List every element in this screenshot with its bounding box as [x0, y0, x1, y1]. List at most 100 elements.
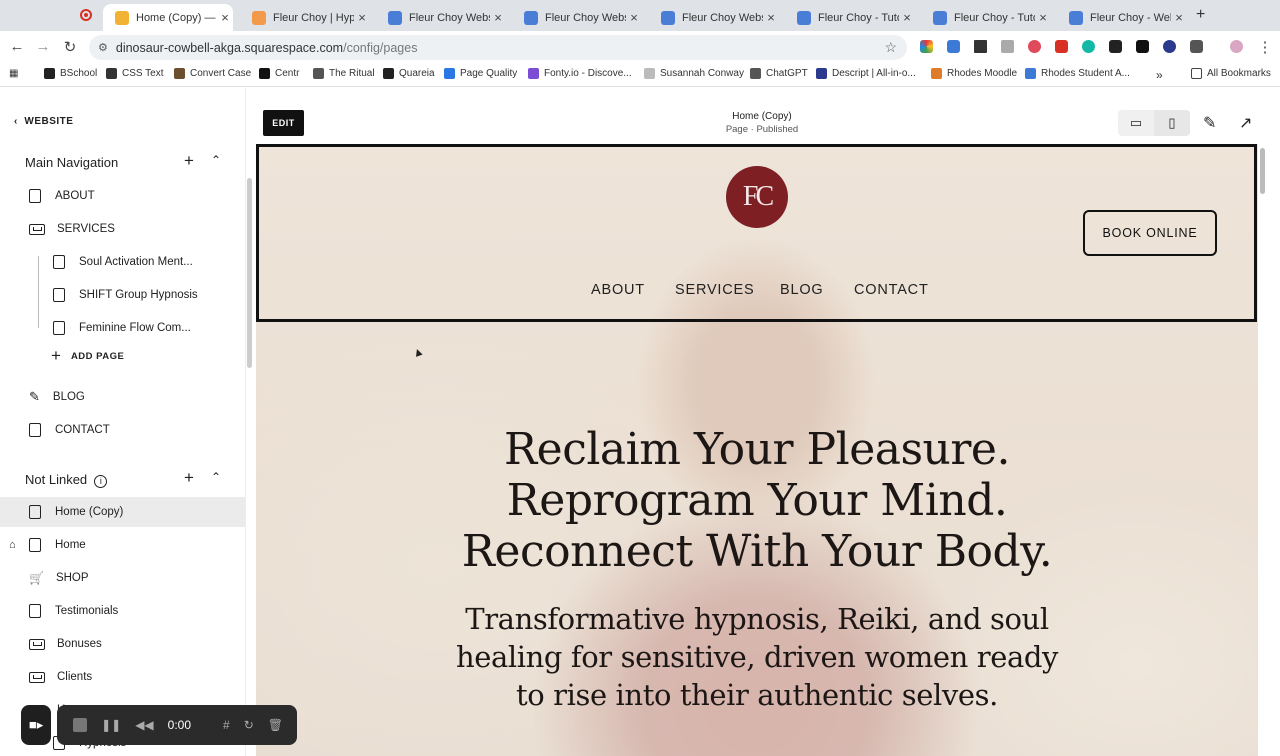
apps-grid-icon[interactable]: ▦: [9, 68, 18, 79]
pocket-extension-icon[interactable]: [1028, 40, 1041, 53]
tab-close-icon[interactable]: ×: [354, 10, 370, 25]
back-to-website-button[interactable]: ‹ WEBSITE: [14, 116, 73, 127]
collapse-main-nav-icon[interactable]: ⌃: [211, 153, 221, 167]
sidebar-page-item[interactable]: Home (Copy): [0, 497, 245, 527]
mobile-view-icon[interactable]: ▯: [1154, 110, 1190, 136]
bookmark-item[interactable]: Convert Case: [174, 68, 251, 79]
sidebar-page-item[interactable]: Feminine Flow Com...: [0, 313, 245, 343]
sidebar-page-item[interactable]: ✎ BLOG: [0, 382, 245, 412]
rewind-icon[interactable]: ◀◀: [135, 718, 153, 732]
bookmark-item[interactable]: CSS Text: [106, 68, 164, 79]
sidebar-page-item[interactable]: ABOUT: [0, 181, 245, 211]
sidebar-item-label: Home (Copy): [55, 506, 124, 518]
site-settings-icon[interactable]: ⚙: [98, 41, 108, 54]
f-extension-icon[interactable]: [1136, 40, 1149, 53]
sidebar-page-item[interactable]: Bonuses: [0, 629, 245, 659]
bookmark-star-icon[interactable]: ☆: [884, 39, 897, 56]
sidebar-item-label: SERVICES: [57, 223, 115, 235]
bookmark-item[interactable]: The Ritual: [313, 68, 375, 79]
browser-tab[interactable]: Home (Copy) — Re×: [103, 4, 233, 31]
tab-close-icon[interactable]: ×: [626, 10, 642, 25]
color-picker-extension-icon[interactable]: [920, 40, 933, 53]
sidebar-page-item[interactable]: Clients: [0, 662, 245, 692]
bookmark-item[interactable]: Quareia: [383, 68, 435, 79]
sidebar-page-item[interactable]: SHIFT Group Hypnosis: [0, 280, 245, 310]
browser-tab[interactable]: Fleur Choy - Tutoria×: [921, 4, 1051, 31]
sidebar-page-item[interactable]: 🛒 SHOP: [0, 563, 245, 593]
stop-icon[interactable]: [73, 718, 88, 732]
delete-icon[interactable]: 🗑: [268, 718, 283, 732]
tab-close-icon[interactable]: ×: [1171, 10, 1187, 25]
site-logo[interactable]: FC: [726, 166, 788, 228]
site-nav-services[interactable]: SERVICES: [675, 282, 754, 298]
restart-icon[interactable]: ↻: [244, 718, 254, 732]
info-icon[interactable]: i: [94, 475, 108, 488]
bookmark-item[interactable]: Centr: [259, 68, 299, 79]
tab-close-icon[interactable]: ×: [763, 10, 779, 25]
collapse-not-linked-icon[interactable]: ⌃: [211, 470, 221, 484]
add-page-button[interactable]: + ADD PAGE: [0, 341, 245, 371]
bookmark-item[interactable]: ChatGPT: [750, 68, 808, 79]
all-bookmarks-button[interactable]: All Bookmarks: [1191, 68, 1271, 79]
site-nav-about[interactable]: ABOUT: [591, 282, 645, 298]
bookmark-label: Rhodes Student A...: [1041, 68, 1130, 79]
sidebar-scrollbar[interactable]: [247, 178, 252, 368]
badge-extension-icon[interactable]: [1055, 40, 1068, 53]
book-online-button[interactable]: BOOK ONLINE: [1083, 210, 1217, 256]
c-extension-icon[interactable]: [1163, 40, 1176, 53]
add-not-linked-icon[interactable]: +: [184, 468, 194, 488]
browser-tab[interactable]: Fleur Choy - Tutoria×: [785, 4, 915, 31]
bookmark-item[interactable]: Susannah Conway: [644, 68, 744, 79]
back-arrow-icon[interactable]: ←: [8, 38, 26, 55]
edit-button[interactable]: EDIT: [263, 110, 304, 136]
add-main-nav-icon[interactable]: +: [184, 151, 194, 171]
address-bar[interactable]: ⚙ dinosaur-cowbell-akga.squarespace.com /…: [89, 35, 907, 60]
browser-tab[interactable]: Fleur Choy | Hypno×: [240, 4, 370, 31]
browser-menu-icon[interactable]: ⋮: [1256, 38, 1274, 56]
pause-icon[interactable]: ❚❚: [101, 718, 121, 732]
camera-extension-icon[interactable]: [1001, 40, 1014, 53]
sidebar-page-item[interactable]: SERVICES: [0, 214, 245, 244]
grid-extension-icon[interactable]: [974, 40, 987, 53]
bookmark-favicon-icon: [444, 68, 455, 79]
sidebar-page-item[interactable]: Soul Activation Ment...: [0, 247, 245, 277]
tab-close-icon[interactable]: ×: [1035, 10, 1051, 25]
bookmark-item[interactable]: BSchool: [44, 68, 97, 79]
browser-tab[interactable]: Fleur Choy Website×: [376, 4, 506, 31]
sidebar-page-item[interactable]: Testimonials: [0, 596, 245, 626]
bookmark-label: CSS Text: [122, 68, 164, 79]
tab-close-icon[interactable]: ×: [217, 10, 233, 25]
site-nav-contact[interactable]: CONTACT: [854, 282, 929, 298]
grid-tool-icon[interactable]: #: [223, 718, 230, 732]
tab-close-icon[interactable]: ×: [899, 10, 915, 25]
preview-scrollbar[interactable]: [1260, 148, 1265, 194]
extensions-puzzle-icon[interactable]: [1190, 40, 1203, 53]
desktop-view-icon[interactable]: ▭: [1118, 110, 1154, 136]
pen-extension-icon[interactable]: [1109, 40, 1122, 53]
bookmark-item[interactable]: Fonty.io - Discove...: [528, 68, 632, 79]
site-nav-blog[interactable]: BLOG: [780, 282, 824, 298]
open-external-icon[interactable]: ↗: [1239, 113, 1252, 133]
bookmark-item[interactable]: Page Quality: [444, 68, 517, 79]
site-styles-brush-icon[interactable]: ✎: [1203, 113, 1216, 133]
sidebar-page-item[interactable]: ⌂ Home: [0, 530, 245, 560]
browser-tab[interactable]: Fleur Choy Website×: [512, 4, 642, 31]
extension-icon[interactable]: [947, 40, 960, 53]
sidebar-page-item[interactable]: CONTACT: [0, 415, 245, 445]
browser-tab[interactable]: Fleur Choy Website×: [649, 4, 779, 31]
bookmark-item[interactable]: Descript | All-in-o...: [816, 68, 916, 79]
tab-close-icon[interactable]: ×: [490, 10, 506, 25]
m-extension-icon[interactable]: [1082, 40, 1095, 53]
camera-icon[interactable]: ■▸: [21, 705, 52, 745]
tab-title: Fleur Choy - Tutoria: [818, 11, 899, 24]
profile-avatar[interactable]: [1230, 40, 1243, 53]
forward-arrow-icon[interactable]: →: [34, 38, 52, 55]
bookmark-item[interactable]: Rhodes Moodle: [931, 68, 1017, 79]
sidebar-item-label: Soul Activation Ment...: [79, 256, 193, 268]
new-tab-button[interactable]: +: [1196, 6, 1205, 24]
bookmark-item[interactable]: Rhodes Student A...: [1025, 68, 1130, 79]
more-bookmarks-icon[interactable]: »: [1156, 68, 1163, 82]
browser-tab[interactable]: Fleur Choy - Websi×: [1057, 4, 1187, 31]
reload-icon[interactable]: ↻: [61, 38, 79, 56]
browser-tab-strip: Home (Copy) — Re×Fleur Choy | Hypno×Fleu…: [0, 0, 1280, 31]
